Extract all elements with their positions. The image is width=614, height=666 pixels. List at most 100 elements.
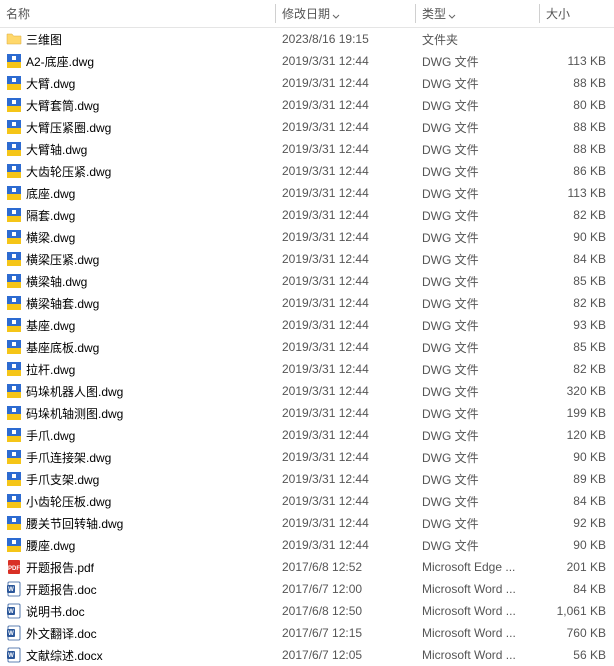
file-name-cell[interactable]: 小齿轮压板.dwg xyxy=(0,493,276,510)
file-name-cell[interactable]: 手爪连接架.dwg xyxy=(0,449,276,466)
file-row[interactable]: W文献综述.docx2017/6/7 12:05Microsoft Word .… xyxy=(0,644,614,666)
file-date-cell: 2019/3/31 12:44 xyxy=(276,208,416,222)
file-name-cell[interactable]: 腰关节回转轴.dwg xyxy=(0,515,276,532)
file-type-cell: DWG 文件 xyxy=(416,515,540,532)
file-name-cell[interactable]: W文献综述.docx xyxy=(0,647,276,664)
dwg-icon xyxy=(6,97,22,113)
file-name-cell[interactable]: 底座.dwg xyxy=(0,185,276,202)
file-row[interactable]: 三维图 2023/8/16 19:15文件夹 xyxy=(0,28,614,50)
file-name-cell[interactable]: 码垛机器人图.dwg xyxy=(0,383,276,400)
column-header-type[interactable]: 类型 xyxy=(416,0,540,27)
file-name-cell[interactable]: 横梁压紧.dwg xyxy=(0,251,276,268)
file-name-cell[interactable]: 大臂轴.dwg xyxy=(0,141,276,158)
file-type-cell: Microsoft Word ... xyxy=(416,626,540,640)
file-name-cell[interactable]: 横梁轴.dwg xyxy=(0,273,276,290)
column-header-date[interactable]: 修改日期 xyxy=(276,0,416,27)
file-name-cell[interactable]: 大齿轮压紧.dwg xyxy=(0,163,276,180)
file-type-cell: DWG 文件 xyxy=(416,317,540,334)
column-header-size[interactable]: 大小 xyxy=(540,0,612,27)
file-type-cell: DWG 文件 xyxy=(416,97,540,114)
file-row[interactable]: 大臂套筒.dwg2019/3/31 12:44DWG 文件80 KB xyxy=(0,94,614,116)
file-date-cell: 2019/3/31 12:44 xyxy=(276,384,416,398)
file-name-cell[interactable]: 基座底板.dwg xyxy=(0,339,276,356)
file-row[interactable]: 基座底板.dwg2019/3/31 12:44DWG 文件85 KB xyxy=(0,336,614,358)
file-name-cell[interactable]: 手爪支架.dwg xyxy=(0,471,276,488)
file-name-cell[interactable]: 码垛机轴测图.dwg xyxy=(0,405,276,422)
file-size-cell: 199 KB xyxy=(540,406,612,420)
file-row[interactable]: 手爪支架.dwg2019/3/31 12:44DWG 文件89 KB xyxy=(0,468,614,490)
file-date-cell: 2017/6/7 12:05 xyxy=(276,648,416,662)
file-row[interactable]: 横梁轴.dwg2019/3/31 12:44DWG 文件85 KB xyxy=(0,270,614,292)
file-row[interactable]: 底座.dwg2019/3/31 12:44DWG 文件113 KB xyxy=(0,182,614,204)
file-name-cell[interactable]: 大臂.dwg xyxy=(0,75,276,92)
file-row[interactable]: 小齿轮压板.dwg2019/3/31 12:44DWG 文件84 KB xyxy=(0,490,614,512)
file-row[interactable]: 码垛机器人图.dwg2019/3/31 12:44DWG 文件320 KB xyxy=(0,380,614,402)
file-row[interactable]: 横梁压紧.dwg2019/3/31 12:44DWG 文件84 KB xyxy=(0,248,614,270)
file-name-label: 横梁轴.dwg xyxy=(26,273,87,290)
file-type-cell: DWG 文件 xyxy=(416,405,540,422)
file-date-cell: 2019/3/31 12:44 xyxy=(276,98,416,112)
file-size-cell: 120 KB xyxy=(540,428,612,442)
dwg-icon xyxy=(6,449,22,465)
file-name-cell[interactable]: 拉杆.dwg xyxy=(0,361,276,378)
column-header-date-label: 修改日期 xyxy=(282,5,330,22)
file-name-cell[interactable]: 手爪.dwg xyxy=(0,427,276,444)
file-name-cell[interactable]: 横梁.dwg xyxy=(0,229,276,246)
file-row[interactable]: 大齿轮压紧.dwg2019/3/31 12:44DWG 文件86 KB xyxy=(0,160,614,182)
file-name-cell[interactable]: W外文翻译.doc xyxy=(0,625,276,642)
file-name-label: 大臂压紧圈.dwg xyxy=(26,119,111,136)
file-row[interactable]: PDF开题报告.pdf2017/6/8 12:52Microsoft Edge … xyxy=(0,556,614,578)
file-row[interactable]: W说明书.doc2017/6/8 12:50Microsoft Word ...… xyxy=(0,600,614,622)
file-row[interactable]: 腰关节回转轴.dwg2019/3/31 12:44DWG 文件92 KB xyxy=(0,512,614,534)
file-name-label: 基座.dwg xyxy=(26,317,75,334)
file-name-cell[interactable]: 腰座.dwg xyxy=(0,537,276,554)
file-date-cell: 2019/3/31 12:44 xyxy=(276,516,416,530)
file-list: 三维图2023/8/16 19:15文件夹A2-底座.dwg2019/3/31 … xyxy=(0,28,614,666)
file-size-cell: 82 KB xyxy=(540,362,612,376)
file-name-cell[interactable]: 基座.dwg xyxy=(0,317,276,334)
file-name-cell[interactable]: W开题报告.doc xyxy=(0,581,276,598)
file-row[interactable]: 拉杆.dwg2019/3/31 12:44DWG 文件82 KB xyxy=(0,358,614,380)
file-type-cell: DWG 文件 xyxy=(416,273,540,290)
file-row[interactable]: 大臂.dwg2019/3/31 12:44DWG 文件88 KB xyxy=(0,72,614,94)
file-name-label: 说明书.doc xyxy=(26,603,85,620)
file-type-cell: DWG 文件 xyxy=(416,229,540,246)
file-row[interactable]: 横梁.dwg2019/3/31 12:44DWG 文件90 KB xyxy=(0,226,614,248)
file-name-cell[interactable]: W说明书.doc xyxy=(0,603,276,620)
file-type-cell: 文件夹 xyxy=(416,31,540,48)
file-row[interactable]: 手爪连接架.dwg2019/3/31 12:44DWG 文件90 KB xyxy=(0,446,614,468)
file-name-label: 外文翻译.doc xyxy=(26,625,97,642)
file-row[interactable]: 隔套.dwg2019/3/31 12:44DWG 文件82 KB xyxy=(0,204,614,226)
file-row[interactable]: 码垛机轴测图.dwg2019/3/31 12:44DWG 文件199 KB xyxy=(0,402,614,424)
file-row[interactable]: W外文翻译.doc2017/6/7 12:15Microsoft Word ..… xyxy=(0,622,614,644)
dwg-icon xyxy=(6,405,22,421)
file-date-cell: 2019/3/31 12:44 xyxy=(276,274,416,288)
file-type-cell: DWG 文件 xyxy=(416,449,540,466)
file-row[interactable]: W开题报告.doc2017/6/7 12:00Microsoft Word ..… xyxy=(0,578,614,600)
file-date-cell: 2023/8/16 19:15 xyxy=(276,32,416,46)
file-name-cell[interactable]: 大臂套筒.dwg xyxy=(0,97,276,114)
dwg-icon xyxy=(6,185,22,201)
file-name-cell[interactable]: PDF开题报告.pdf xyxy=(0,559,276,576)
file-date-cell: 2019/3/31 12:44 xyxy=(276,318,416,332)
file-name-cell[interactable]: 隔套.dwg xyxy=(0,207,276,224)
column-header-name[interactable]: 名称 xyxy=(0,0,276,27)
file-name-cell[interactable]: A2-底座.dwg xyxy=(0,53,276,70)
file-row[interactable]: 横梁轴套.dwg2019/3/31 12:44DWG 文件82 KB xyxy=(0,292,614,314)
file-row[interactable]: A2-底座.dwg2019/3/31 12:44DWG 文件113 KB xyxy=(0,50,614,72)
file-date-cell: 2019/3/31 12:44 xyxy=(276,472,416,486)
file-row[interactable]: 腰座.dwg2019/3/31 12:44DWG 文件90 KB xyxy=(0,534,614,556)
file-row[interactable]: 大臂压紧圈.dwg2019/3/31 12:44DWG 文件88 KB xyxy=(0,116,614,138)
file-name-cell[interactable]: 横梁轴套.dwg xyxy=(0,295,276,312)
file-row[interactable]: 基座.dwg2019/3/31 12:44DWG 文件93 KB xyxy=(0,314,614,336)
file-name-label: 小齿轮压板.dwg xyxy=(26,493,111,510)
file-row[interactable]: 手爪.dwg2019/3/31 12:44DWG 文件120 KB xyxy=(0,424,614,446)
file-name-cell[interactable]: 三维图 xyxy=(0,31,276,48)
file-row[interactable]: 大臂轴.dwg2019/3/31 12:44DWG 文件88 KB xyxy=(0,138,614,160)
dwg-icon xyxy=(6,537,22,553)
doc-icon: W xyxy=(6,581,22,597)
file-name-label: 三维图 xyxy=(26,31,62,48)
dwg-icon xyxy=(6,53,22,69)
file-type-cell: DWG 文件 xyxy=(416,295,540,312)
file-name-cell[interactable]: 大臂压紧圈.dwg xyxy=(0,119,276,136)
